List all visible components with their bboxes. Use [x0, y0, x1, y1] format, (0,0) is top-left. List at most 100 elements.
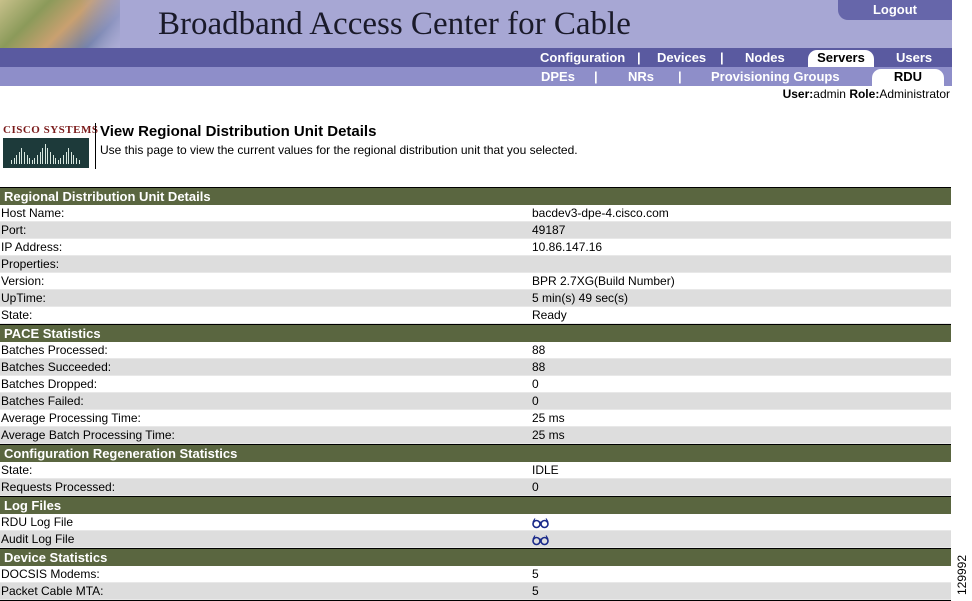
- logout-link[interactable]: Logout: [838, 2, 952, 17]
- row-value: 25 ms: [532, 411, 565, 425]
- nav-tab-servers[interactable]: Servers: [808, 50, 874, 67]
- logo-bar: [76, 158, 77, 164]
- row-label: Properties:: [1, 257, 60, 271]
- detail-row: Host Name: bacdev3-dpe-4.cisco.com: [0, 205, 951, 222]
- header-banner: Broadband Access Center for Cable Logout: [0, 0, 952, 48]
- row-value: 10.86.147.16: [532, 240, 603, 254]
- logo-bar: [26, 155, 28, 164]
- logo-bar: [34, 158, 36, 164]
- logo-bar: [52, 155, 54, 164]
- row-value: bacdev3-dpe-4.cisco.com: [532, 206, 669, 220]
- row-value: 5 min(s) 49 sec(s): [532, 291, 629, 305]
- user-value: admin: [813, 87, 846, 101]
- detail-row: Audit Log File: [0, 531, 951, 548]
- row-label: Port:: [1, 223, 27, 237]
- row-value: Ready: [532, 308, 567, 322]
- details-table: Regional Distribution Unit Details Host N…: [0, 187, 951, 601]
- logo-bar: [50, 152, 51, 164]
- logo-bar: [70, 152, 72, 164]
- logo-bar: [18, 152, 20, 164]
- detail-row: Batches Succeeded: 88: [0, 359, 951, 376]
- nav-tab-nodes[interactable]: Nodes: [745, 50, 785, 65]
- row-label: Packet Cable MTA:: [1, 584, 104, 598]
- figure-id: 129992: [952, 552, 972, 598]
- row-label: Requests Processed:: [1, 480, 116, 494]
- detail-row: Requests Processed: 0: [0, 479, 951, 496]
- row-value: 88: [532, 360, 546, 374]
- detail-row: Properties:: [0, 256, 951, 273]
- subnav-tab-rdu[interactable]: RDU: [872, 69, 944, 86]
- row-label: DOCSIS Modems:: [1, 567, 100, 581]
- row-value: 5: [532, 567, 539, 581]
- row-value: 0: [532, 480, 539, 494]
- row-value: 0: [532, 377, 539, 391]
- logo-bar: [65, 152, 67, 164]
- logo-bar: [44, 144, 46, 164]
- nav-tab-configuration[interactable]: Configuration: [540, 50, 625, 65]
- detail-row: Batches Failed: 0: [0, 393, 951, 410]
- user-label: User:: [782, 87, 814, 101]
- logo-bar: [21, 148, 23, 164]
- detail-row: State: Ready: [0, 307, 951, 324]
- page-title: View Regional Distribution Unit Details: [100, 123, 377, 140]
- detail-row: RDU Log File: [0, 514, 951, 531]
- nav-tab-devices[interactable]: Devices: [657, 50, 706, 65]
- row-value: 0: [532, 394, 539, 408]
- role-value: Administrator: [879, 87, 950, 101]
- logo-bar: [24, 152, 25, 164]
- nav-tab-users[interactable]: Users: [896, 50, 932, 65]
- logo-divider: [95, 123, 96, 169]
- section-header: Regional Distribution Unit Details: [0, 187, 951, 205]
- row-value: 88: [532, 343, 546, 357]
- subnav-tab-dpes[interactable]: DPEs: [541, 69, 575, 84]
- user-info: User:admin Role:Administrator: [783, 87, 950, 101]
- row-label: Version:: [1, 274, 45, 288]
- view-glasses-icon[interactable]: [532, 534, 549, 550]
- row-value: 25 ms: [532, 428, 565, 442]
- logo-bar: [47, 148, 49, 164]
- detail-row: Batches Processed: 88: [0, 342, 951, 359]
- section-header: PACE Statistics: [0, 324, 951, 342]
- logo-bar: [73, 155, 75, 164]
- detail-row: UpTime: 5 min(s) 49 sec(s): [0, 290, 951, 307]
- subnav-tab-provisioning-groups[interactable]: Provisioning Groups: [711, 69, 840, 84]
- logout-tab: Logout: [838, 0, 952, 20]
- view-log-link[interactable]: [532, 531, 549, 550]
- logo-bar: [39, 152, 41, 164]
- nav-tab-separator: |: [637, 50, 641, 65]
- row-label: Audit Log File: [1, 532, 75, 546]
- logo-bar: [31, 160, 33, 164]
- logo-bar: [16, 155, 18, 164]
- logo-bar: [78, 160, 80, 164]
- logo-bar: [63, 155, 64, 164]
- logo-bar: [55, 158, 57, 164]
- row-value: IDLE: [532, 463, 559, 477]
- logo-bar: [68, 148, 70, 164]
- row-label: Average Processing Time:: [1, 411, 141, 425]
- page-description: Use this page to view the current values…: [100, 143, 578, 157]
- subnav-tab-nrs[interactable]: NRs: [628, 69, 654, 84]
- row-label: IP Address:: [1, 240, 63, 254]
- row-label: RDU Log File: [1, 515, 74, 529]
- detail-row: Version: BPR 2.7XG(Build Number): [0, 273, 951, 290]
- figure-id-text: 129992: [955, 554, 969, 596]
- banner-artwork: [0, 0, 140, 48]
- nav-tab-separator: |: [720, 50, 724, 65]
- subnav-tab-separator: |: [678, 69, 682, 84]
- detail-row: Average Batch Processing Time: 25 ms: [0, 427, 951, 444]
- primary-nav: Configuration Devices Nodes Servers Users | |: [0, 48, 952, 67]
- logo-bar: [57, 160, 59, 164]
- row-label: Host Name:: [1, 206, 65, 220]
- cisco-bars-graphic: [3, 138, 89, 168]
- detail-row: State: IDLE: [0, 462, 951, 479]
- section-header: Configuration Regeneration Statistics: [0, 444, 951, 462]
- cisco-logo: CISCO SYSTEMS: [3, 124, 98, 168]
- row-label: State:: [1, 463, 33, 477]
- row-label: UpTime:: [1, 291, 46, 305]
- logo-bar: [60, 158, 62, 164]
- row-label: State:: [1, 308, 33, 322]
- row-value: 5: [532, 584, 539, 598]
- logo-bar: [42, 148, 44, 164]
- logo-bar: [13, 158, 15, 164]
- row-value: BPR 2.7XG(Build Number): [532, 274, 675, 288]
